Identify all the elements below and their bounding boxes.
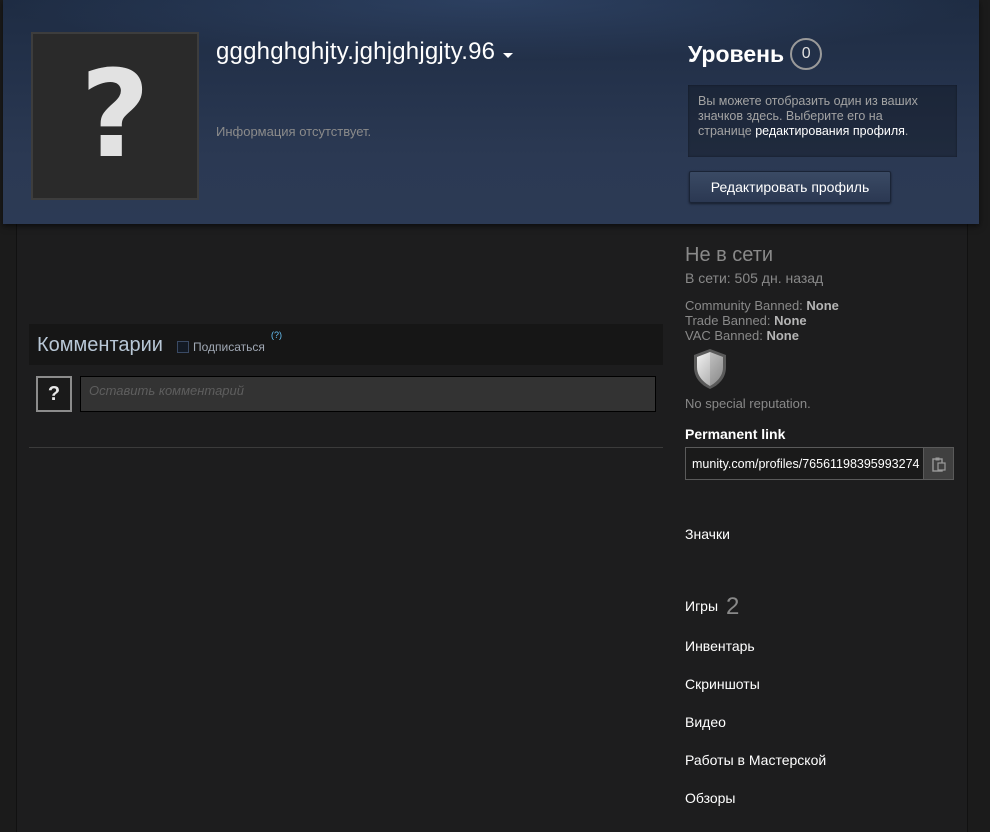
comments-title: Комментарии [37,334,163,356]
vac-ban-status: VAC Banned: None [685,328,799,343]
edit-profile-link[interactable]: редактирования профиля [755,124,905,138]
ban-value: None [806,298,839,313]
nav-reviews[interactable]: Обзоры [685,790,736,806]
ban-label: Trade Banned: [685,313,771,328]
comment-input[interactable]: Оставить комментарий [80,376,656,412]
nav-games[interactable]: Игры 2 [685,593,739,621]
permanent-link-label: Permanent link [685,426,786,442]
comments-divider [29,447,663,448]
profile-avatar[interactable]: ? [31,32,199,200]
reputation-text: No special reputation. [685,396,811,411]
reputation-shield-icon [694,349,726,389]
games-count: 2 [726,593,740,620]
edit-profile-button[interactable]: Редактировать профиль [689,171,891,203]
subscribe-label[interactable]: Подписаться [193,340,265,354]
profile-username[interactable]: ggghghghjty.jghjghjgjty.96 [216,38,514,66]
badge-showcase-hint: Вы можете отобразить один из ваших значк… [688,85,957,157]
badge-hint-line-3: странице [698,124,752,138]
username-text: ggghghghjty.jghjghjgjty.96 [216,38,496,65]
profile-header: ? ggghghghjty.jghjghjgjty.96 Информация … [3,0,979,224]
subscribe-help-link[interactable]: (?) [271,330,282,340]
ban-value: None [766,328,799,343]
nav-inventory[interactable]: Инвентарь [685,638,755,654]
comments-header: Комментарии Подписаться (?) [29,324,663,365]
subscribe-toggle[interactable]: Подписаться [177,340,265,354]
badge-hint-end: . [904,124,909,138]
permanent-link-field: munity.com/profiles/76561198395993274 [685,447,954,480]
nav-games-label: Игры [685,598,719,614]
level-badge: 0 [790,38,823,70]
clipboard-icon [931,457,946,472]
profile-summary: Информация отсутствует. [216,124,372,139]
nav-videos[interactable]: Видео [685,714,726,730]
avatar-placeholder-icon: ? [80,46,150,185]
ban-label: VAC Banned: [685,328,763,343]
ban-label: Community Banned: [685,298,803,313]
nav-badges[interactable]: Значки [685,526,730,542]
chevron-down-icon[interactable] [503,52,514,58]
subscribe-checkbox[interactable] [177,341,189,353]
comment-author-avatar: ? [36,376,72,412]
community-ban-status: Community Banned: None [685,298,839,313]
badge-hint-line-2: значков здесь. Выберите его на [698,109,883,123]
level-label: Уровень [688,40,785,67]
trade-ban-status: Trade Banned: None [685,313,807,328]
ban-value: None [774,313,807,328]
online-status: Не в сети [685,244,774,266]
copy-link-button[interactable] [923,447,954,480]
nav-workshop[interactable]: Работы в Мастерской [685,752,826,768]
badge-hint-line-1: Вы можете отобразить один из ваших [698,94,918,108]
nav-screenshots[interactable]: Скриншоты [685,676,760,692]
profile-level: Уровень 0 [688,38,823,70]
last-online: В сети: 505 дн. назад [685,270,824,286]
permanent-link-input[interactable]: munity.com/profiles/76561198395993274 [685,447,923,480]
